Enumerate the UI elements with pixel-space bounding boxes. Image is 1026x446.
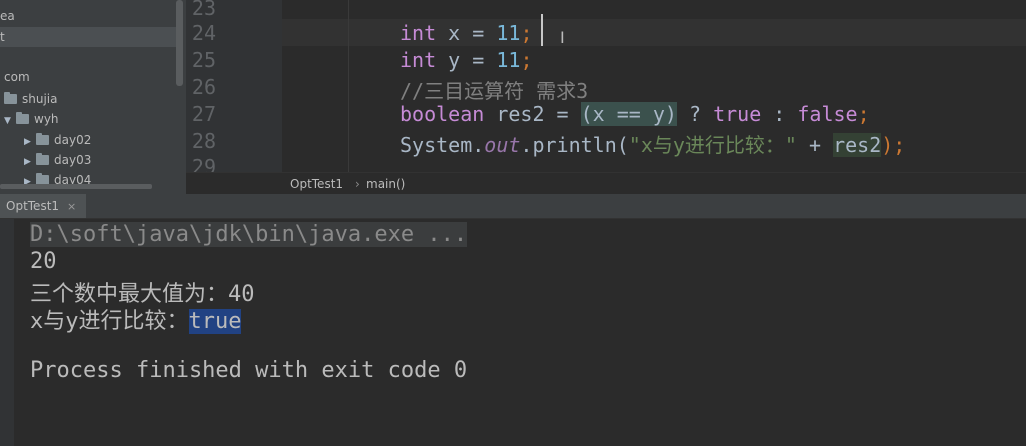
run-tab-opttest1[interactable]: OptTest1 ×	[0, 194, 87, 218]
tree-item-shujia[interactable]: shujia	[4, 89, 57, 109]
breadcrumb-method[interactable]: main()	[366, 173, 405, 195]
code-line-26: //三目运算符 需求3	[400, 79, 589, 103]
tree-item[interactable]: ea	[0, 6, 15, 26]
current-line-highlight	[282, 19, 1026, 46]
project-vertical-scrollbar[interactable]	[176, 0, 183, 86]
selected-text: true	[188, 309, 242, 334]
code-line-24: int x = 11;	[400, 21, 533, 45]
line-number: 28	[191, 129, 216, 153]
chevron-right-icon[interactable]: ▶	[24, 132, 36, 152]
ibeam-cursor-icon: I	[560, 28, 565, 47]
line-number: 25	[191, 48, 216, 72]
code-line-27: boolean res2 = (x == y) ? true : false;	[400, 102, 870, 126]
console-exit-line: Process finished with exit code 0	[30, 358, 468, 383]
chevron-right-icon[interactable]: ▶	[24, 172, 36, 192]
chevron-down-icon[interactable]: ▼	[4, 111, 16, 131]
breadcrumb-separator: ›	[355, 177, 360, 191]
project-horizontal-scrollbar[interactable]	[0, 184, 152, 189]
line-number: 23	[191, 0, 216, 20]
breadcrumb-file[interactable]: OptTest1	[290, 173, 343, 195]
chevron-right-icon[interactable]: ▶	[24, 152, 36, 172]
folder-icon	[4, 92, 17, 104]
tree-item-day03[interactable]: ▶ day03	[24, 150, 91, 170]
console-command-line: D:\soft\java\jdk\bin\java.exe ...	[30, 222, 468, 247]
text-caret	[541, 14, 543, 46]
indent-guide	[348, 0, 349, 172]
tree-item[interactable]: t	[0, 27, 176, 47]
tree-item-wyh[interactable]: ▼ wyh	[4, 109, 59, 129]
project-tree-panel: ea t com shujia ▼ wyh ▶ day02 ▶ day03 ▶ day0…	[0, 0, 186, 194]
tree-item-com[interactable]: com	[4, 67, 30, 87]
line-number: 26	[191, 75, 216, 99]
breadcrumb: OptTest1 › main()	[186, 172, 1026, 195]
run-tab-bar: OptTest1 ×	[0, 194, 1026, 219]
close-icon[interactable]: ×	[67, 200, 76, 213]
line-number: 24	[191, 21, 216, 45]
console-output-line: 20	[30, 249, 57, 274]
folder-icon	[16, 112, 29, 124]
line-number: 27	[191, 102, 216, 126]
folder-icon	[36, 133, 49, 145]
folder-icon	[36, 153, 49, 165]
console-gutter	[0, 219, 14, 446]
console-output-line: x与y进行比较：true	[30, 309, 242, 334]
tree-item-day02[interactable]: ▶ day02	[24, 130, 91, 150]
code-line-28: System.out.println("x与y进行比较：" + res2);	[400, 133, 906, 157]
code-line-25: int y = 11;	[400, 48, 533, 72]
